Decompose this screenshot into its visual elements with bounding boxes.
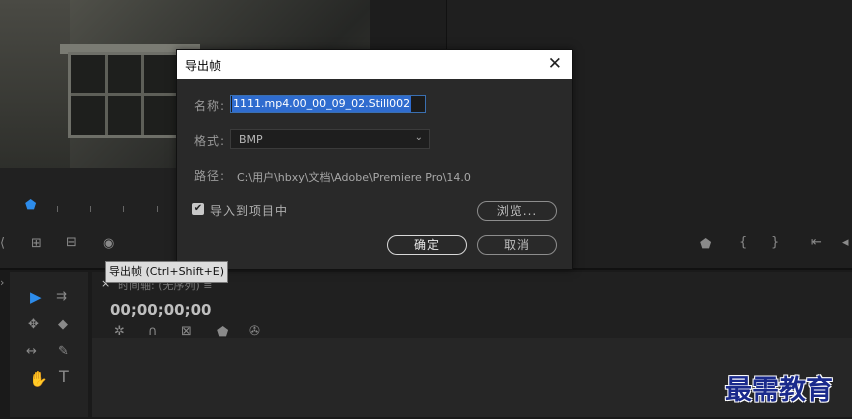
- hand-tool-icon[interactable]: ✋: [29, 372, 48, 387]
- close-icon[interactable]: ✕: [548, 54, 562, 74]
- panel-expand-icon[interactable]: ›: [0, 276, 4, 290]
- dialog-titlebar[interactable]: 导出帧 ✕: [177, 50, 572, 79]
- step-back-icon[interactable]: ◂: [842, 236, 849, 250]
- format-label: 格式:: [194, 134, 226, 148]
- watermark-logo: 最需教育: [725, 375, 833, 406]
- razor-tool-icon[interactable]: ◆: [58, 318, 68, 332]
- mark-in-icon[interactable]: {: [739, 236, 747, 250]
- pen-tool-icon[interactable]: ✎: [58, 345, 69, 359]
- ruler-tick: [57, 206, 58, 212]
- path-value: C:\用户\hbxy\文档\Adobe\Premiere Pro\14.0: [237, 171, 471, 184]
- cancel-button[interactable]: 取消: [477, 235, 557, 255]
- checkmark-icon: ✔: [193, 203, 203, 214]
- selection-tool-icon[interactable]: ▶: [30, 290, 42, 305]
- timeline-timecode[interactable]: 00;00;00;00: [110, 301, 212, 319]
- ok-button[interactable]: 确定: [387, 235, 467, 255]
- import-label[interactable]: 导入到项目中: [210, 202, 288, 219]
- tools-panel: [10, 272, 88, 417]
- insert-icon[interactable]: ⊠: [181, 325, 192, 339]
- chevron-down-icon: ⌄: [414, 132, 423, 143]
- linked-selection-icon[interactable]: ∩: [148, 325, 158, 339]
- name-label: 名称:: [194, 99, 226, 113]
- bracket-icon[interactable]: ⟨: [0, 237, 5, 251]
- snap-icon[interactable]: ✲: [114, 325, 125, 339]
- video-window: [68, 52, 184, 138]
- format-select-value: BMP: [239, 133, 263, 146]
- lift-icon[interactable]: ⊞: [31, 237, 42, 251]
- name-input-value: 1111.mp4.00_00_09_02.Still002: [232, 96, 412, 112]
- path-label: 路径:: [194, 169, 226, 183]
- marker-icon[interactable]: ⬟: [217, 326, 228, 340]
- browse-button[interactable]: 浏览...: [477, 201, 557, 221]
- track-select-icon[interactable]: ⇉: [56, 290, 67, 304]
- video-shadow: [0, 0, 70, 168]
- ripple-edit-icon[interactable]: ✥: [28, 318, 39, 332]
- ruler-tick: [90, 206, 91, 212]
- wrench-icon[interactable]: ✇: [249, 325, 260, 339]
- format-select[interactable]: BMP ⌄: [230, 129, 430, 149]
- ruler-tick: [123, 206, 124, 212]
- ruler-tick: [157, 206, 158, 212]
- add-marker-icon[interactable]: ⬟: [700, 238, 711, 252]
- type-tool-icon[interactable]: T: [59, 369, 69, 385]
- export-frame-tooltip: 导出帧 (Ctrl+Shift+E): [105, 261, 229, 283]
- extract-icon[interactable]: ⊟: [66, 236, 77, 250]
- dialog-title: 导出帧: [185, 59, 222, 73]
- name-input[interactable]: 1111.mp4.00_00_09_02.Still002: [230, 95, 426, 113]
- slip-tool-icon[interactable]: ↔: [26, 345, 37, 359]
- mark-out-icon[interactable]: }: [771, 236, 779, 250]
- import-checkbox[interactable]: ✔: [192, 203, 204, 215]
- playhead-marker-icon[interactable]: ⬟: [25, 199, 36, 213]
- export-frame-dialog: 导出帧 ✕ 名称: 1111.mp4.00_00_09_02.Still002 …: [176, 49, 573, 270]
- camera-icon[interactable]: ◉: [103, 237, 114, 251]
- go-to-in-icon[interactable]: ⇤: [811, 236, 822, 250]
